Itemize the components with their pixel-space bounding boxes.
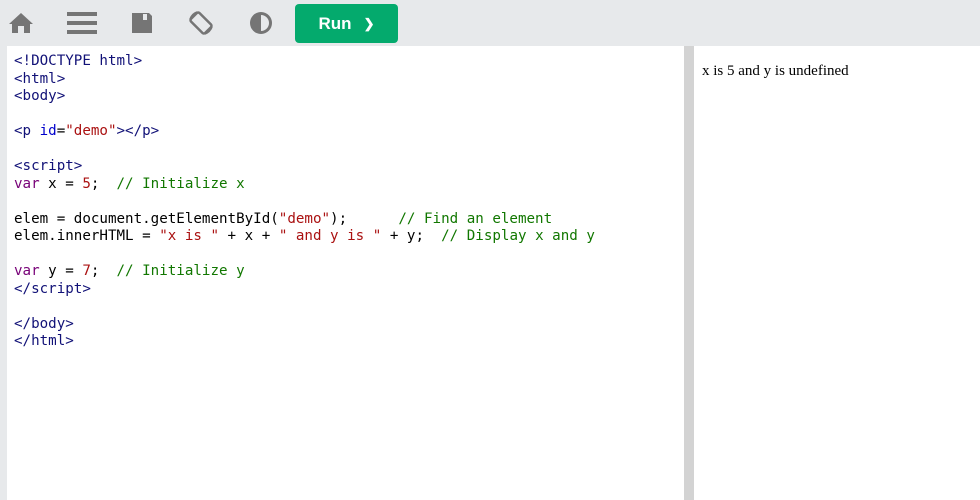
code-token: // Display x and y [441,228,595,244]
code-token: y = [39,263,83,279]
run-button[interactable]: Run ❯ [295,4,398,43]
code-token: var [14,263,40,279]
code-token: </body> [14,315,74,332]
code-token: <p [14,123,40,139]
result-panel: x is 5 and y is undefined [694,46,980,500]
code-token: "demo" [278,210,331,227]
code-line: <body> [14,88,684,106]
code-token: "x is " [159,228,220,244]
code-token: x = [39,175,83,192]
code-token: <!DOCTYPE html> [14,53,143,69]
code-line: <!DOCTYPE html> [14,53,684,71]
code-token: // Initialize x [116,175,245,192]
code-token: // Find an element [398,210,553,227]
code-token: + x + [219,228,279,244]
code-token: "demo" [65,123,117,139]
code-token: = [56,123,66,139]
toolbar: Run ❯ [0,0,980,46]
code-token: 5 [82,175,91,192]
code-token: </script> [14,280,91,297]
code-line: elem = document.getElementById("demo"); … [14,211,684,229]
code-token: </html> [14,333,74,349]
code-editor[interactable]: <!DOCTYPE html> <html> <body> <p id="demo">… [7,46,684,500]
rotate-icon[interactable] [186,8,216,38]
save-icon[interactable] [127,8,157,38]
code-token: <body> [14,88,66,104]
home-icon[interactable] [6,8,36,38]
code-line: var x = 5; // Initialize x [14,176,684,194]
run-label: Run [318,13,352,33]
code-token: 7 [82,263,91,279]
code-line: </body> [14,316,684,334]
code-token: + y; [381,228,442,244]
code-token: ; [90,175,117,192]
result-output: x is 5 and y is undefined [702,63,849,79]
code-line: <script> [14,158,684,176]
code-token: ); [330,210,399,227]
code-line: <html> [14,71,684,89]
code-token: <script> [14,158,83,174]
code-line: </html> [14,333,684,351]
code-token: var [14,175,40,192]
panel-resize-handle[interactable] [684,46,694,500]
code-line: var y = 7; // Initialize y [14,263,684,281]
contrast-icon[interactable] [246,8,276,38]
code-token: " and y is " [278,228,382,244]
code-token: elem.innerHTML = [14,228,160,244]
code-token: elem = document.getElementById( [14,210,279,227]
code-line: elem.innerHTML = "x is " + x + " and y i… [14,228,684,246]
code-line: <p id="demo"></p> [14,123,684,141]
code-token: // Initialize y [116,263,245,279]
code-token: ></p> [116,123,160,139]
menu-icon[interactable] [66,8,98,38]
chevron-right-icon: ❯ [363,15,375,31]
code-token: ; [90,263,117,279]
code-token: id [39,123,57,139]
code-token: <html> [14,70,66,87]
code-line: </script> [14,281,684,299]
